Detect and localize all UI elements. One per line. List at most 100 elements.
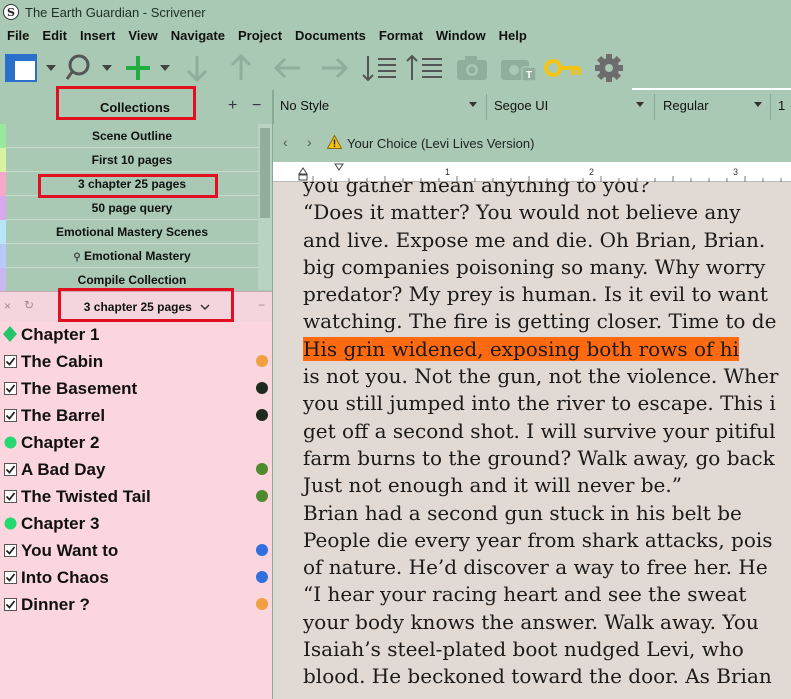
text-highlight: His grin widened, exposing both rows of … [303, 336, 740, 361]
editor-line: you gather mean anything to you? [303, 182, 650, 197]
move-up-icon[interactable] [226, 52, 256, 84]
collections-list: Scene Outline First 10 pages 3 chapter 2… [0, 124, 272, 292]
collection-label: First 10 pages [91, 153, 173, 167]
binder-item-the-cabin[interactable]: The Cabin [0, 348, 272, 375]
menu-documents[interactable]: Documents [288, 28, 372, 43]
binder-item-label: A Bad Day [21, 460, 106, 479]
collection-50-page-query[interactable]: 50 page query [0, 196, 272, 220]
font-select[interactable]: Segoe UI [494, 98, 548, 113]
window-title: The Earth Guardian - Scrivener [25, 4, 206, 20]
checkbox-icon[interactable] [3, 570, 17, 584]
binder-item-the-barrel[interactable]: The Barrel [0, 402, 272, 429]
title-bar: S The Earth Guardian - Scrivener [0, 0, 791, 24]
checkbox-icon[interactable] [3, 543, 17, 557]
snapshot-icon[interactable] [454, 52, 490, 84]
collections-scrollbar[interactable] [258, 124, 272, 290]
binder-item-label: The Barrel [21, 406, 106, 425]
collection-first-10-pages[interactable]: First 10 pages [0, 148, 272, 172]
layout-icon[interactable] [4, 52, 60, 84]
scrivener-app-icon[interactable]: S [3, 4, 19, 20]
move-left-icon[interactable] [272, 52, 304, 84]
move-right-icon[interactable] [318, 52, 350, 84]
style-select[interactable]: No Style [280, 98, 329, 113]
collection-label-text: Emotional Mastery [83, 249, 191, 263]
binder-item-chapter-3[interactable]: Chapter 3 [0, 510, 272, 537]
binder-item-the-twisted-tail[interactable]: The Twisted Tail [0, 483, 272, 510]
checkbox-icon[interactable] [3, 462, 17, 476]
menu-help[interactable]: Help [492, 28, 533, 43]
document-title: Your Choice (Levi Lives Version) [347, 136, 535, 151]
remove-collection-button[interactable]: − [252, 97, 261, 115]
filter-minimize-button[interactable]: − [258, 298, 265, 312]
binder-item-label: Chapter 2 [21, 433, 100, 452]
menu-view[interactable]: View [121, 28, 163, 43]
checkbox-icon[interactable] [3, 354, 17, 368]
font-weight-select[interactable]: Regular [663, 98, 709, 113]
editor-line: Isaiah’s steel-plated boot nudged Levi, … [303, 637, 744, 662]
text-editor[interactable]: you gather mean anything to you? “Does i… [273, 182, 791, 699]
add-collection-button[interactable]: + [228, 97, 237, 115]
annotation-box-filter [58, 288, 234, 322]
ruler-number: 2 [589, 167, 595, 177]
collection-scene-outline[interactable]: Scene Outline [0, 124, 272, 148]
chevron-down-icon[interactable] [636, 102, 644, 107]
forward-arrow-icon[interactable]: › [307, 134, 312, 150]
editor-line: your body knows the answer. Walk away. Y… [303, 609, 759, 634]
editor-content[interactable]: you gather mean anything to you? “Does i… [303, 182, 791, 691]
checkbox-icon[interactable] [3, 408, 17, 422]
refresh-icon[interactable]: ↻ [24, 298, 34, 312]
editor-line: get off a second shot. I will survive yo… [303, 418, 776, 443]
binder-item-dinner[interactable]: Dinner ? [0, 591, 272, 618]
menu-edit[interactable]: Edit [35, 28, 73, 43]
ruler[interactable]: 1 2 3 [273, 162, 791, 182]
back-arrow-icon[interactable]: ‹ [283, 134, 288, 150]
move-down-icon[interactable] [182, 52, 212, 84]
editor-line: Just not enough and it will never be.” [303, 473, 682, 498]
binder-item-the-basement[interactable]: The Basement [0, 375, 272, 402]
editor-header-bar: ‹ › Your Choice (Levi Lives Version) [273, 124, 791, 162]
binder-item-into-chaos[interactable]: Into Chaos [0, 564, 272, 591]
editor-line: predator? My prey is human. Is it evil t… [303, 282, 768, 307]
menu-format[interactable]: Format [372, 28, 429, 43]
label-color-dot [256, 355, 268, 367]
font-size-select[interactable]: 1 [778, 98, 785, 113]
binder-item-you-want-to[interactable]: You Want to [0, 537, 272, 564]
snapshot-title-icon[interactable]: T [498, 52, 538, 84]
editor-line: farm burns to the ground? Walk away, go … [303, 445, 775, 470]
close-filter-icon[interactable]: × [4, 299, 11, 313]
key-icon[interactable] [542, 52, 584, 84]
collection-label: Compile Collection [77, 273, 187, 287]
collection-emotional-mastery-scenes[interactable]: Emotional Mastery Scenes [0, 220, 272, 244]
add-icon[interactable] [122, 52, 174, 84]
collection-emotional-mastery[interactable]: ⚲ Emotional Mastery [0, 244, 272, 268]
menu-project[interactable]: Project [231, 28, 288, 43]
separator [654, 94, 655, 120]
sort-down-icon[interactable] [360, 52, 400, 84]
binder-item-a-bad-day[interactable]: A Bad Day [0, 456, 272, 483]
binder-item-chapter-2[interactable]: Chapter 2 [0, 429, 272, 456]
binder-item-chapter-1[interactable]: Chapter 1 [0, 321, 272, 348]
collections-scrollbar-thumb[interactable] [260, 128, 270, 218]
sort-up-icon[interactable] [404, 52, 446, 84]
chevron-down-icon[interactable] [754, 102, 762, 107]
menu-file[interactable]: File [0, 28, 35, 43]
menu-window[interactable]: Window [429, 28, 492, 43]
warning-icon [326, 134, 343, 154]
label-color-dot [256, 409, 268, 421]
circle-icon [3, 516, 17, 530]
label-color-dot [256, 544, 268, 556]
editor-line: “Does it matter? You would not believe a… [303, 200, 741, 225]
svg-text:T: T [526, 70, 532, 81]
format-bar: No Style Segoe UI Regular 1 [273, 90, 791, 124]
menu-insert[interactable]: Insert [73, 28, 121, 43]
menu-bar: File Edit Insert View Navigate Project D… [0, 24, 791, 46]
menu-navigate[interactable]: Navigate [164, 28, 231, 43]
editor-line-highlighted: His grin widened, exposing both rows of … [303, 336, 791, 363]
gear-icon[interactable] [592, 52, 626, 84]
checkbox-icon[interactable] [3, 381, 17, 395]
checkbox-icon[interactable] [3, 489, 17, 503]
search-icon[interactable] [64, 52, 120, 84]
separator [770, 94, 771, 120]
chevron-down-icon[interactable] [469, 102, 477, 107]
checkbox-icon[interactable] [3, 597, 17, 611]
